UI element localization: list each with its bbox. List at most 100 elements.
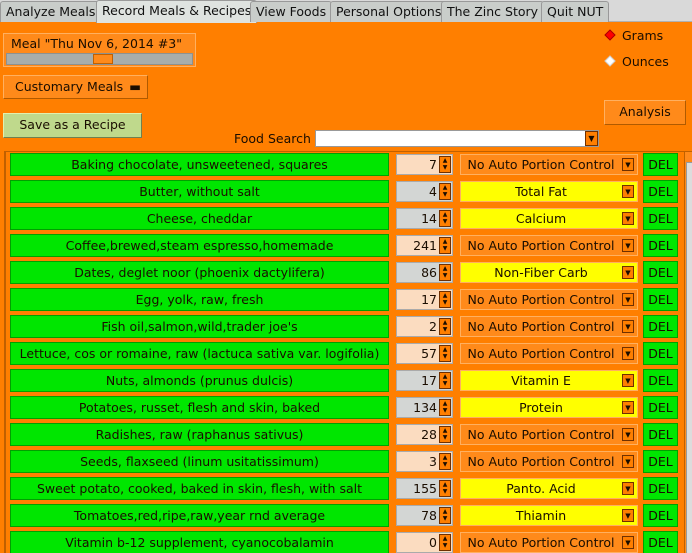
spin-arrows-icon[interactable]: ▲ ▼	[439, 399, 451, 416]
tab-personal-options[interactable]: Personal Options	[330, 1, 448, 22]
dropdown-arrow-icon[interactable]: ▼	[622, 482, 634, 495]
spin-arrows-icon[interactable]: ▲ ▼	[439, 237, 451, 254]
food-name-button[interactable]: Tomatoes,red,ripe,raw,year rnd average	[10, 504, 389, 527]
portion-control-dropdown[interactable]: Total Fat ▼	[460, 181, 638, 202]
spin-arrows-icon[interactable]: ▲ ▼	[439, 507, 451, 524]
slider-thumb[interactable]	[93, 54, 113, 64]
quantity-spinbox[interactable]: 78 ▲ ▼	[396, 505, 453, 526]
portion-control-dropdown[interactable]: No Auto Portion Control ▼	[460, 154, 638, 175]
portion-control-dropdown[interactable]: No Auto Portion Control ▼	[460, 532, 638, 553]
dropdown-arrow-icon[interactable]: ▼	[622, 266, 634, 279]
portion-control-dropdown[interactable]: Calcium ▼	[460, 208, 638, 229]
portion-control-dropdown[interactable]: No Auto Portion Control ▼	[460, 316, 638, 337]
dropdown-arrow-icon[interactable]: ▼	[622, 293, 634, 306]
portion-control-dropdown[interactable]: No Auto Portion Control ▼	[460, 424, 638, 445]
spin-arrows-icon[interactable]: ▲ ▼	[439, 318, 451, 335]
portion-control-dropdown[interactable]: Vitamin E ▼	[460, 370, 638, 391]
spin-arrows-icon[interactable]: ▲ ▼	[439, 453, 451, 470]
delete-button[interactable]: DEL	[643, 288, 678, 311]
food-name-button[interactable]: Fish oil,salmon,wild,trader joe's	[10, 315, 389, 338]
delete-button[interactable]: DEL	[643, 504, 678, 527]
portion-control-dropdown[interactable]: No Auto Portion Control ▼	[460, 451, 638, 472]
delete-button[interactable]: DEL	[643, 369, 678, 392]
dropdown-arrow-icon[interactable]: ▼	[622, 455, 634, 468]
spin-arrows-icon[interactable]: ▲ ▼	[439, 210, 451, 227]
delete-button[interactable]: DEL	[643, 477, 678, 500]
delete-button[interactable]: DEL	[643, 207, 678, 230]
dropdown-arrow-icon[interactable]: ▼	[622, 212, 634, 225]
tab-zinc-story[interactable]: The Zinc Story	[441, 1, 545, 22]
delete-button[interactable]: DEL	[643, 342, 678, 365]
spin-arrows-icon[interactable]: ▲ ▼	[439, 291, 451, 308]
quantity-spinbox[interactable]: 155 ▲ ▼	[396, 478, 453, 499]
food-name-button[interactable]: Nuts, almonds (prunus dulcis)	[10, 369, 389, 392]
spin-arrows-icon[interactable]: ▲ ▼	[439, 156, 451, 173]
quantity-spinbox[interactable]: 134 ▲ ▼	[396, 397, 453, 418]
dropdown-arrow-icon[interactable]: ▼	[585, 131, 598, 146]
dropdown-arrow-icon[interactable]: ▼	[622, 320, 634, 333]
dropdown-arrow-icon[interactable]: ▼	[622, 509, 634, 522]
food-name-button[interactable]: Butter, without salt	[10, 180, 389, 203]
dropdown-arrow-icon[interactable]: ▼	[622, 158, 634, 171]
grams-radio[interactable]: Grams	[604, 28, 663, 43]
dropdown-arrow-icon[interactable]: ▼	[622, 536, 634, 549]
spin-arrows-icon[interactable]: ▲ ▼	[439, 372, 451, 389]
tab-quit[interactable]: Quit NUT	[541, 1, 610, 22]
delete-button[interactable]: DEL	[643, 153, 678, 176]
delete-button[interactable]: DEL	[643, 261, 678, 284]
dropdown-arrow-icon[interactable]: ▼	[622, 185, 634, 198]
portion-control-dropdown[interactable]: No Auto Portion Control ▼	[460, 235, 638, 256]
delete-button[interactable]: DEL	[643, 234, 678, 257]
food-name-button[interactable]: Sweet potato, cooked, baked in skin, fle…	[10, 477, 389, 500]
portion-control-dropdown[interactable]: No Auto Portion Control ▼	[460, 289, 638, 310]
food-search-input[interactable]: ▼	[315, 130, 599, 147]
quantity-spinbox[interactable]: 0 ▲ ▼	[396, 532, 453, 553]
food-name-button[interactable]: Seeds, flaxseed (linum usitatissimum)	[10, 450, 389, 473]
food-name-button[interactable]: Vitamin b-12 supplement, cyanocobalamin	[10, 531, 389, 553]
scrollbar[interactable]	[684, 152, 692, 553]
delete-button[interactable]: DEL	[643, 315, 678, 338]
delete-button[interactable]: DEL	[643, 450, 678, 473]
ounces-radio[interactable]: Ounces	[604, 54, 669, 69]
food-name-button[interactable]: Coffee,brewed,steam espresso,homemade	[10, 234, 389, 257]
dropdown-arrow-icon[interactable]: ▼	[622, 428, 634, 441]
food-name-button[interactable]: Potatoes, russet, flesh and skin, baked	[10, 396, 389, 419]
spin-arrows-icon[interactable]: ▲ ▼	[439, 426, 451, 443]
spin-arrows-icon[interactable]: ▲ ▼	[439, 480, 451, 497]
dropdown-arrow-icon[interactable]: ▼	[622, 401, 634, 414]
quantity-spinbox[interactable]: 3 ▲ ▼	[396, 451, 453, 472]
quantity-spinbox[interactable]: 2 ▲ ▼	[396, 316, 453, 337]
scrollbar-trough[interactable]	[686, 162, 692, 553]
dropdown-arrow-icon[interactable]: ▼	[622, 347, 634, 360]
food-name-button[interactable]: Cheese, cheddar	[10, 207, 389, 230]
portion-control-dropdown[interactable]: Non-Fiber Carb ▼	[460, 262, 638, 283]
food-name-button[interactable]: Dates, deglet noor (phoenix dactylifera)	[10, 261, 389, 284]
meal-slider[interactable]	[6, 53, 193, 65]
spin-arrows-icon[interactable]: ▲ ▼	[439, 534, 451, 551]
quantity-spinbox[interactable]: 57 ▲ ▼	[396, 343, 453, 364]
tab-record-meals[interactable]: Record Meals & Recipes	[96, 0, 258, 23]
spin-arrows-icon[interactable]: ▲ ▼	[439, 345, 451, 362]
customary-meals-menu[interactable]: Customary Meals ▬	[3, 75, 148, 99]
delete-button[interactable]: DEL	[643, 396, 678, 419]
quantity-spinbox[interactable]: 28 ▲ ▼	[396, 424, 453, 445]
delete-button[interactable]: DEL	[643, 531, 678, 553]
tab-view-foods[interactable]: View Foods	[250, 1, 333, 22]
spin-arrows-icon[interactable]: ▲ ▼	[439, 264, 451, 281]
save-recipe-button[interactable]: Save as a Recipe	[3, 113, 142, 138]
quantity-spinbox[interactable]: 14 ▲ ▼	[396, 208, 453, 229]
food-name-button[interactable]: Baking chocolate, unsweetened, squares	[10, 153, 389, 176]
dropdown-arrow-icon[interactable]: ▼	[622, 374, 634, 387]
food-name-button[interactable]: Radishes, raw (raphanus sativus)	[10, 423, 389, 446]
quantity-spinbox[interactable]: 17 ▲ ▼	[396, 370, 453, 391]
quantity-spinbox[interactable]: 7 ▲ ▼	[396, 154, 453, 175]
portion-control-dropdown[interactable]: No Auto Portion Control ▼	[460, 343, 638, 364]
quantity-spinbox[interactable]: 241 ▲ ▼	[396, 235, 453, 256]
analysis-button[interactable]: Analysis	[604, 100, 686, 125]
portion-control-dropdown[interactable]: Protein ▼	[460, 397, 638, 418]
quantity-spinbox[interactable]: 86 ▲ ▼	[396, 262, 453, 283]
tab-analyze-meals[interactable]: Analyze Meals	[0, 1, 102, 22]
food-name-button[interactable]: Egg, yolk, raw, fresh	[10, 288, 389, 311]
portion-control-dropdown[interactable]: Panto. Acid ▼	[460, 478, 638, 499]
spin-arrows-icon[interactable]: ▲ ▼	[439, 183, 451, 200]
